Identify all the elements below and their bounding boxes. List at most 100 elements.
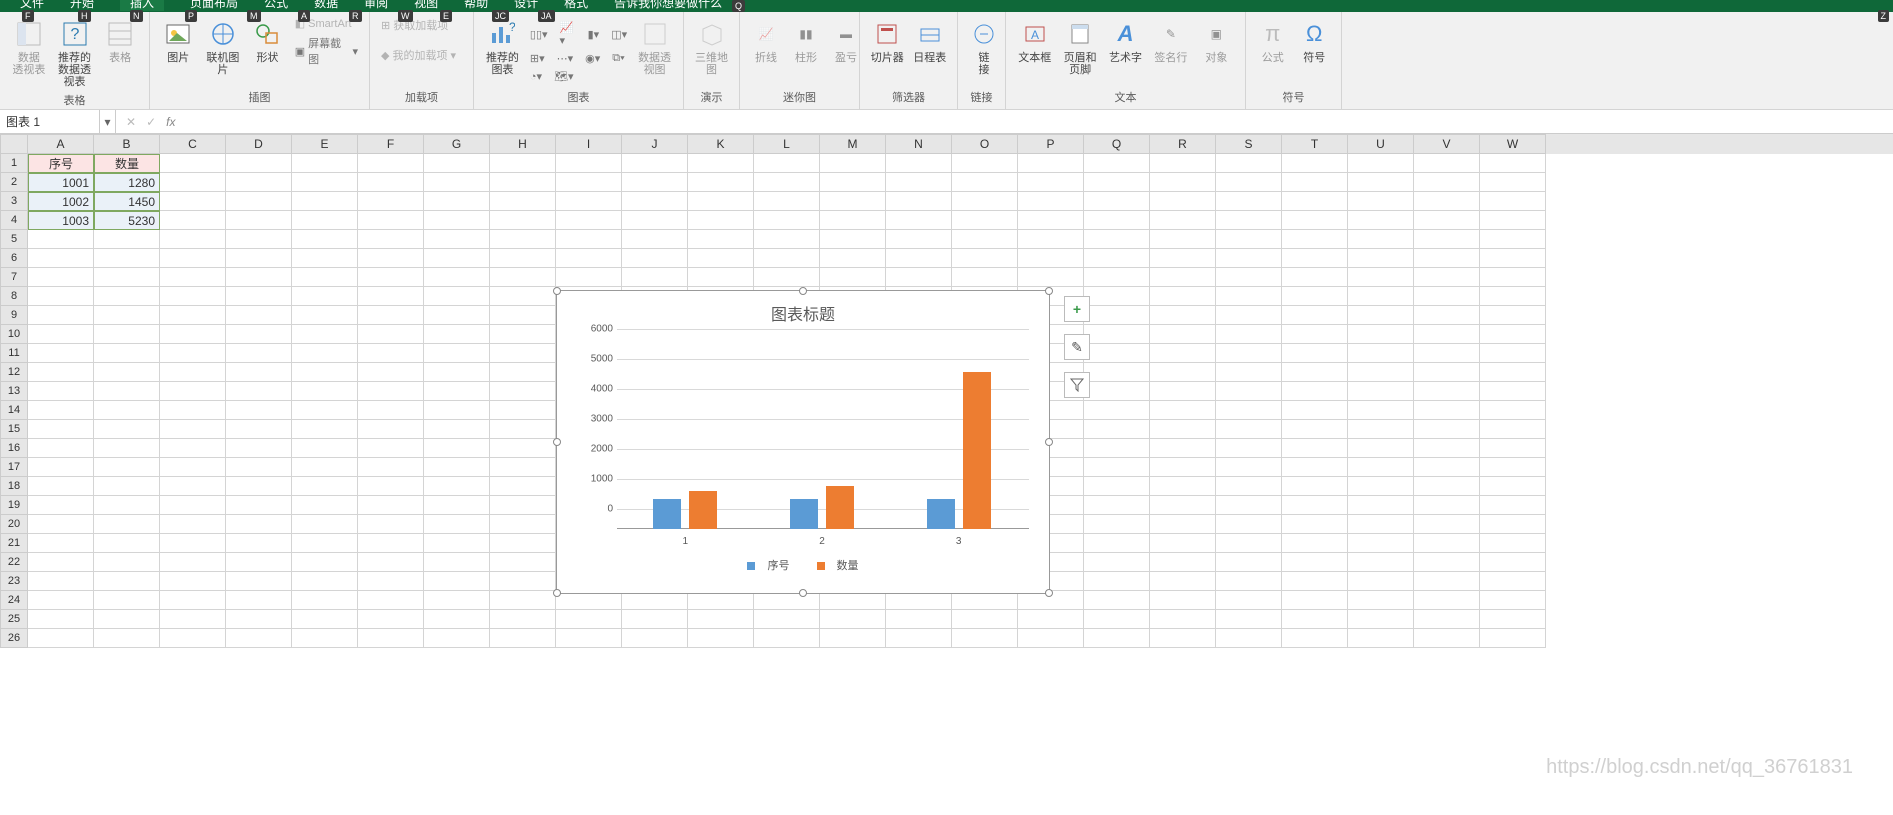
row-header[interactable]: 2: [0, 173, 28, 192]
cell[interactable]: [226, 439, 292, 458]
cell[interactable]: [1480, 553, 1546, 572]
rec-chart-button[interactable]: ? 推荐的 图表: [482, 16, 523, 78]
search-hint[interactable]: 告诉我你想要做什么: [614, 0, 722, 11]
cell[interactable]: [1282, 211, 1348, 230]
cell[interactable]: [292, 496, 358, 515]
cell[interactable]: [424, 382, 490, 401]
cell[interactable]: 数量: [94, 154, 160, 173]
cell[interactable]: [94, 230, 160, 249]
col-header-F[interactable]: F: [358, 134, 424, 154]
cell[interactable]: [1084, 154, 1150, 173]
cell[interactable]: [358, 496, 424, 515]
cell[interactable]: [1348, 572, 1414, 591]
cell[interactable]: [1348, 287, 1414, 306]
cell[interactable]: [160, 610, 226, 629]
cell[interactable]: [28, 553, 94, 572]
cell[interactable]: [1480, 629, 1546, 648]
cell[interactable]: [1084, 496, 1150, 515]
cell[interactable]: [1414, 534, 1480, 553]
row-header[interactable]: 18: [0, 477, 28, 496]
cell[interactable]: [490, 325, 556, 344]
cell[interactable]: [424, 230, 490, 249]
cell[interactable]: [226, 173, 292, 192]
cell[interactable]: [1216, 154, 1282, 173]
cell[interactable]: [292, 192, 358, 211]
cell[interactable]: [1282, 553, 1348, 572]
cell[interactable]: [1414, 344, 1480, 363]
cell[interactable]: [358, 591, 424, 610]
cell[interactable]: [1084, 230, 1150, 249]
cell[interactable]: [1282, 192, 1348, 211]
cell[interactable]: [1084, 344, 1150, 363]
bar[interactable]: [689, 491, 717, 529]
cell[interactable]: [1414, 306, 1480, 325]
col-header-S[interactable]: S: [1216, 134, 1282, 154]
chart-map-dropdown[interactable]: 🗺▾: [551, 69, 577, 84]
cell[interactable]: [1480, 572, 1546, 591]
cell[interactable]: [1282, 154, 1348, 173]
cell[interactable]: [358, 154, 424, 173]
cell[interactable]: [1018, 211, 1084, 230]
cell[interactable]: [1084, 477, 1150, 496]
col-header-J[interactable]: J: [622, 134, 688, 154]
cell[interactable]: [820, 610, 886, 629]
resize-handle[interactable]: [553, 438, 561, 446]
cell[interactable]: [292, 610, 358, 629]
cell[interactable]: [358, 287, 424, 306]
cell[interactable]: [94, 420, 160, 439]
col-header-K[interactable]: K: [688, 134, 754, 154]
cell[interactable]: [1480, 287, 1546, 306]
rec-pivot-button[interactable]: ? 推荐的 数据透视表: [54, 16, 96, 90]
cell[interactable]: [1480, 610, 1546, 629]
cell[interactable]: [952, 173, 1018, 192]
cell[interactable]: [1480, 325, 1546, 344]
cell[interactable]: [1150, 420, 1216, 439]
cell[interactable]: [490, 306, 556, 325]
cell[interactable]: [94, 458, 160, 477]
cell[interactable]: [1282, 306, 1348, 325]
cell[interactable]: [226, 230, 292, 249]
cell[interactable]: [688, 629, 754, 648]
cell[interactable]: [1282, 287, 1348, 306]
cell[interactable]: [1414, 249, 1480, 268]
cell[interactable]: [358, 458, 424, 477]
cell[interactable]: [1414, 553, 1480, 572]
tab-design[interactable]: 设计: [514, 0, 538, 11]
cell[interactable]: [1282, 230, 1348, 249]
cell[interactable]: [1084, 458, 1150, 477]
cell[interactable]: [292, 382, 358, 401]
cell[interactable]: [358, 382, 424, 401]
cell[interactable]: [160, 572, 226, 591]
cell[interactable]: [622, 249, 688, 268]
bar[interactable]: [963, 372, 991, 529]
cell[interactable]: [160, 382, 226, 401]
cell[interactable]: [1414, 287, 1480, 306]
cell[interactable]: 1003: [28, 211, 94, 230]
cell[interactable]: [28, 534, 94, 553]
cell[interactable]: [1348, 629, 1414, 648]
table-button[interactable]: 表格: [99, 16, 141, 66]
cell[interactable]: [226, 553, 292, 572]
cell[interactable]: [1414, 401, 1480, 420]
cell[interactable]: [1216, 496, 1282, 515]
cell[interactable]: [424, 363, 490, 382]
cell[interactable]: [1150, 477, 1216, 496]
cell[interactable]: [1348, 401, 1414, 420]
cell[interactable]: [292, 249, 358, 268]
cell[interactable]: [1084, 173, 1150, 192]
cell[interactable]: [226, 591, 292, 610]
cell[interactable]: [28, 496, 94, 515]
chart-bar-dropdown[interactable]: ▯▯▾: [527, 20, 551, 48]
cell[interactable]: [1282, 439, 1348, 458]
cell[interactable]: [358, 192, 424, 211]
cell[interactable]: [1150, 629, 1216, 648]
cell[interactable]: [688, 211, 754, 230]
cell[interactable]: [424, 610, 490, 629]
cell[interactable]: [358, 420, 424, 439]
equation-button[interactable]: π公式: [1254, 16, 1292, 66]
cell[interactable]: [1348, 230, 1414, 249]
chart-scatter-dropdown[interactable]: ⋯▾: [554, 51, 577, 66]
cell[interactable]: [358, 306, 424, 325]
cell[interactable]: [556, 629, 622, 648]
cell[interactable]: [424, 173, 490, 192]
